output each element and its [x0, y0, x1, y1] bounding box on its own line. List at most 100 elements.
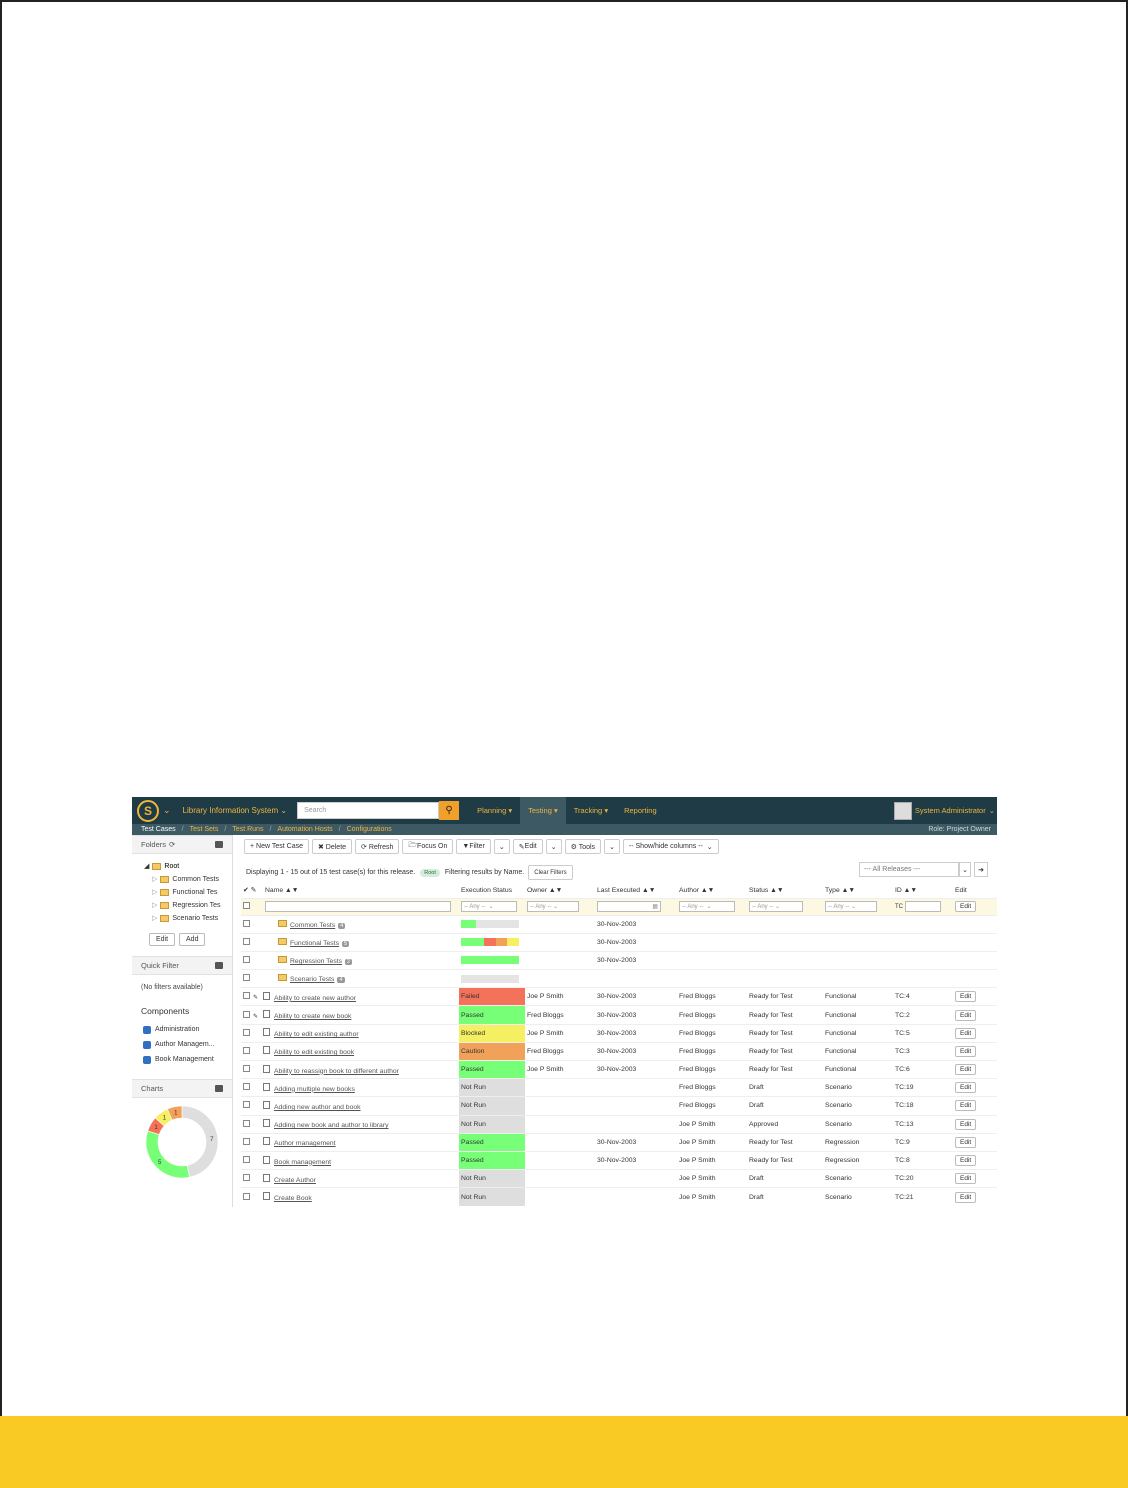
- subnav-item[interactable]: Test Sets: [190, 826, 219, 833]
- collapse-icon[interactable]: [215, 1085, 223, 1092]
- table-row[interactable]: Adding new author and book Not Run Fred Bl…: [241, 1096, 997, 1116]
- row-edit-button[interactable]: Edit: [955, 1118, 977, 1130]
- type-filter-select[interactable]: -- Any -- ⌄: [825, 901, 877, 912]
- collapse-icon[interactable]: [215, 962, 223, 969]
- filter-dropdown[interactable]: ⌄: [493, 839, 510, 854]
- delete-button[interactable]: ✖ Delete: [311, 839, 353, 854]
- row-checkbox[interactable]: [243, 1192, 250, 1200]
- tools-button[interactable]: ⚙ Tools: [564, 839, 602, 854]
- row-checkbox[interactable]: [243, 1010, 250, 1018]
- author-filter-select[interactable]: -- Any -- ⌄: [679, 901, 735, 912]
- test-case-link[interactable]: Author management: [274, 1140, 336, 1147]
- edit-button[interactable]: ✎ Edit: [512, 839, 543, 854]
- row-edit-button[interactable]: Edit: [955, 1045, 977, 1057]
- status-filter-select[interactable]: -- Any -- ⌄: [749, 901, 803, 912]
- table-row[interactable]: Ability to edit existing author Blocked Jo…: [241, 1023, 997, 1043]
- search-input[interactable]: Search: [297, 802, 440, 819]
- row-checkbox[interactable]: [243, 1083, 250, 1091]
- test-case-link[interactable]: Ability to create new book: [274, 1013, 351, 1020]
- nav-item[interactable]: Planning ▾: [469, 797, 520, 824]
- col-owner[interactable]: Owner ▲▼: [525, 883, 595, 898]
- arrow-right-icon[interactable]: ➜: [974, 862, 988, 877]
- tree-folder[interactable]: ▷ Scenario Tests: [152, 912, 232, 925]
- tree-folder[interactable]: ▷ Common Tests: [152, 873, 232, 886]
- nav-item[interactable]: Tracking ▾: [566, 797, 616, 824]
- row-checkbox[interactable]: [243, 1101, 250, 1109]
- component-item[interactable]: Administration: [143, 1022, 232, 1037]
- table-row[interactable]: Create Book Not Run Joe P Smith Draft Scenar…: [241, 1187, 997, 1206]
- select-all-header[interactable]: ✔ ✎: [241, 883, 263, 898]
- component-item[interactable]: Book Management: [143, 1052, 232, 1067]
- refresh-icon[interactable]: ⟳: [169, 840, 175, 849]
- col-name[interactable]: Name ▲▼: [263, 883, 459, 898]
- row-checkbox[interactable]: [243, 1156, 250, 1164]
- row-checkbox[interactable]: [243, 1046, 250, 1054]
- table-row[interactable]: Ability to reassign book to different au…: [241, 1059, 997, 1079]
- row-edit-button[interactable]: Edit: [955, 1136, 977, 1148]
- component-item[interactable]: Author Managem...: [143, 1037, 232, 1052]
- row-edit-button[interactable]: Edit: [955, 1191, 977, 1203]
- row-checkbox[interactable]: [243, 1065, 250, 1073]
- expand-icon[interactable]: ▷: [152, 899, 157, 912]
- row-edit-button[interactable]: Edit: [955, 1082, 977, 1094]
- tree-folder[interactable]: ▷ Functional Tes: [152, 886, 232, 899]
- test-case-link[interactable]: Create Author: [274, 1177, 316, 1184]
- subnav-item[interactable]: Configurations: [347, 826, 392, 833]
- row-checkbox[interactable]: [243, 1137, 250, 1145]
- filter-button[interactable]: ▼ Filter: [456, 839, 491, 854]
- tree-folder[interactable]: ▷ Regression Tes: [152, 899, 232, 912]
- test-case-link[interactable]: Ability to edit existing book: [274, 1049, 354, 1056]
- show-hide-columns-select[interactable]: -- Show/hide columns -- ⌄: [622, 839, 719, 854]
- table-row[interactable]: ✎ Ability to create new book Passed Fred Bl…: [241, 1005, 997, 1025]
- date-filter-input[interactable]: ▦: [597, 901, 661, 912]
- table-row[interactable]: ✎ Ability to create new author Failed Joe P…: [241, 987, 997, 1006]
- row-checkbox[interactable]: [243, 919, 250, 927]
- row-checkbox[interactable]: [243, 955, 250, 963]
- test-case-link[interactable]: Ability to reassign book to different au…: [274, 1068, 399, 1075]
- focus-on-button[interactable]: 🗁 Focus On: [402, 839, 454, 854]
- owner-filter-select[interactable]: -- Any -- ⌄: [527, 901, 579, 912]
- expand-icon[interactable]: ▷: [152, 886, 157, 899]
- table-row[interactable]: Ability to edit existing book Caution Fred…: [241, 1041, 997, 1061]
- folder-link[interactable]: Regression Tests: [290, 958, 342, 965]
- subnav-item[interactable]: Test Cases: [141, 826, 176, 833]
- test-case-link[interactable]: Book management: [274, 1159, 331, 1166]
- row-checkbox[interactable]: [243, 1119, 250, 1127]
- donut-slice-passed[interactable]: [145, 1130, 190, 1179]
- search-icon[interactable]: ⚲: [439, 801, 460, 820]
- row-edit-button[interactable]: Edit: [955, 1064, 977, 1076]
- folder-edit-button[interactable]: Edit: [149, 933, 176, 946]
- clear-filters-button[interactable]: Clear Filters: [528, 865, 573, 880]
- release-select[interactable]: --- All Releases ---: [859, 862, 959, 877]
- user-menu[interactable]: System Administrator ⌄: [893, 801, 995, 820]
- table-row[interactable]: Adding multiple new books Not Run Fred Blo…: [241, 1078, 997, 1097]
- table-row[interactable]: Book management Passed 30-Nov-2003 Joe P Sm…: [241, 1150, 997, 1170]
- row-edit-button[interactable]: Edit: [955, 1027, 977, 1039]
- folder-link[interactable]: Functional Tests: [290, 940, 339, 947]
- row-edit-button[interactable]: Edit: [955, 1173, 977, 1185]
- test-case-link[interactable]: Create Book: [274, 1195, 312, 1202]
- test-case-link[interactable]: Ability to edit existing author: [274, 1031, 359, 1038]
- folder-link[interactable]: Common Tests: [290, 922, 335, 929]
- row-edit-button[interactable]: Edit: [955, 1155, 977, 1167]
- nav-item[interactable]: Reporting: [616, 797, 665, 824]
- name-filter-input[interactable]: [265, 901, 451, 912]
- collapse-icon[interactable]: [215, 841, 223, 848]
- logo-icon[interactable]: S: [137, 799, 159, 822]
- subnav-item[interactable]: Automation Hosts: [277, 826, 332, 833]
- expand-icon[interactable]: ▷: [152, 873, 157, 886]
- row-checkbox[interactable]: [243, 992, 250, 1000]
- test-case-link[interactable]: Adding new book and author to library: [274, 1122, 389, 1129]
- tools-dropdown[interactable]: ⌄: [604, 839, 620, 854]
- row-edit-button[interactable]: Edit: [955, 1100, 977, 1112]
- row-checkbox[interactable]: [243, 937, 250, 945]
- col-execution-status[interactable]: Execution Status: [459, 883, 525, 898]
- folder-row[interactable]: Scenario Tests 4: [241, 969, 997, 988]
- row-edit-button[interactable]: Edit: [955, 991, 977, 1003]
- tree-root[interactable]: ◢ Root: [144, 860, 232, 873]
- folder-row[interactable]: Functional Tests 5 30-Nov-2003: [241, 932, 997, 952]
- refresh-button[interactable]: ⟳ Refresh: [355, 839, 400, 854]
- row-checkbox[interactable]: [243, 974, 250, 982]
- id-filter-input[interactable]: [905, 901, 941, 912]
- test-case-link[interactable]: Adding multiple new books: [274, 1086, 355, 1093]
